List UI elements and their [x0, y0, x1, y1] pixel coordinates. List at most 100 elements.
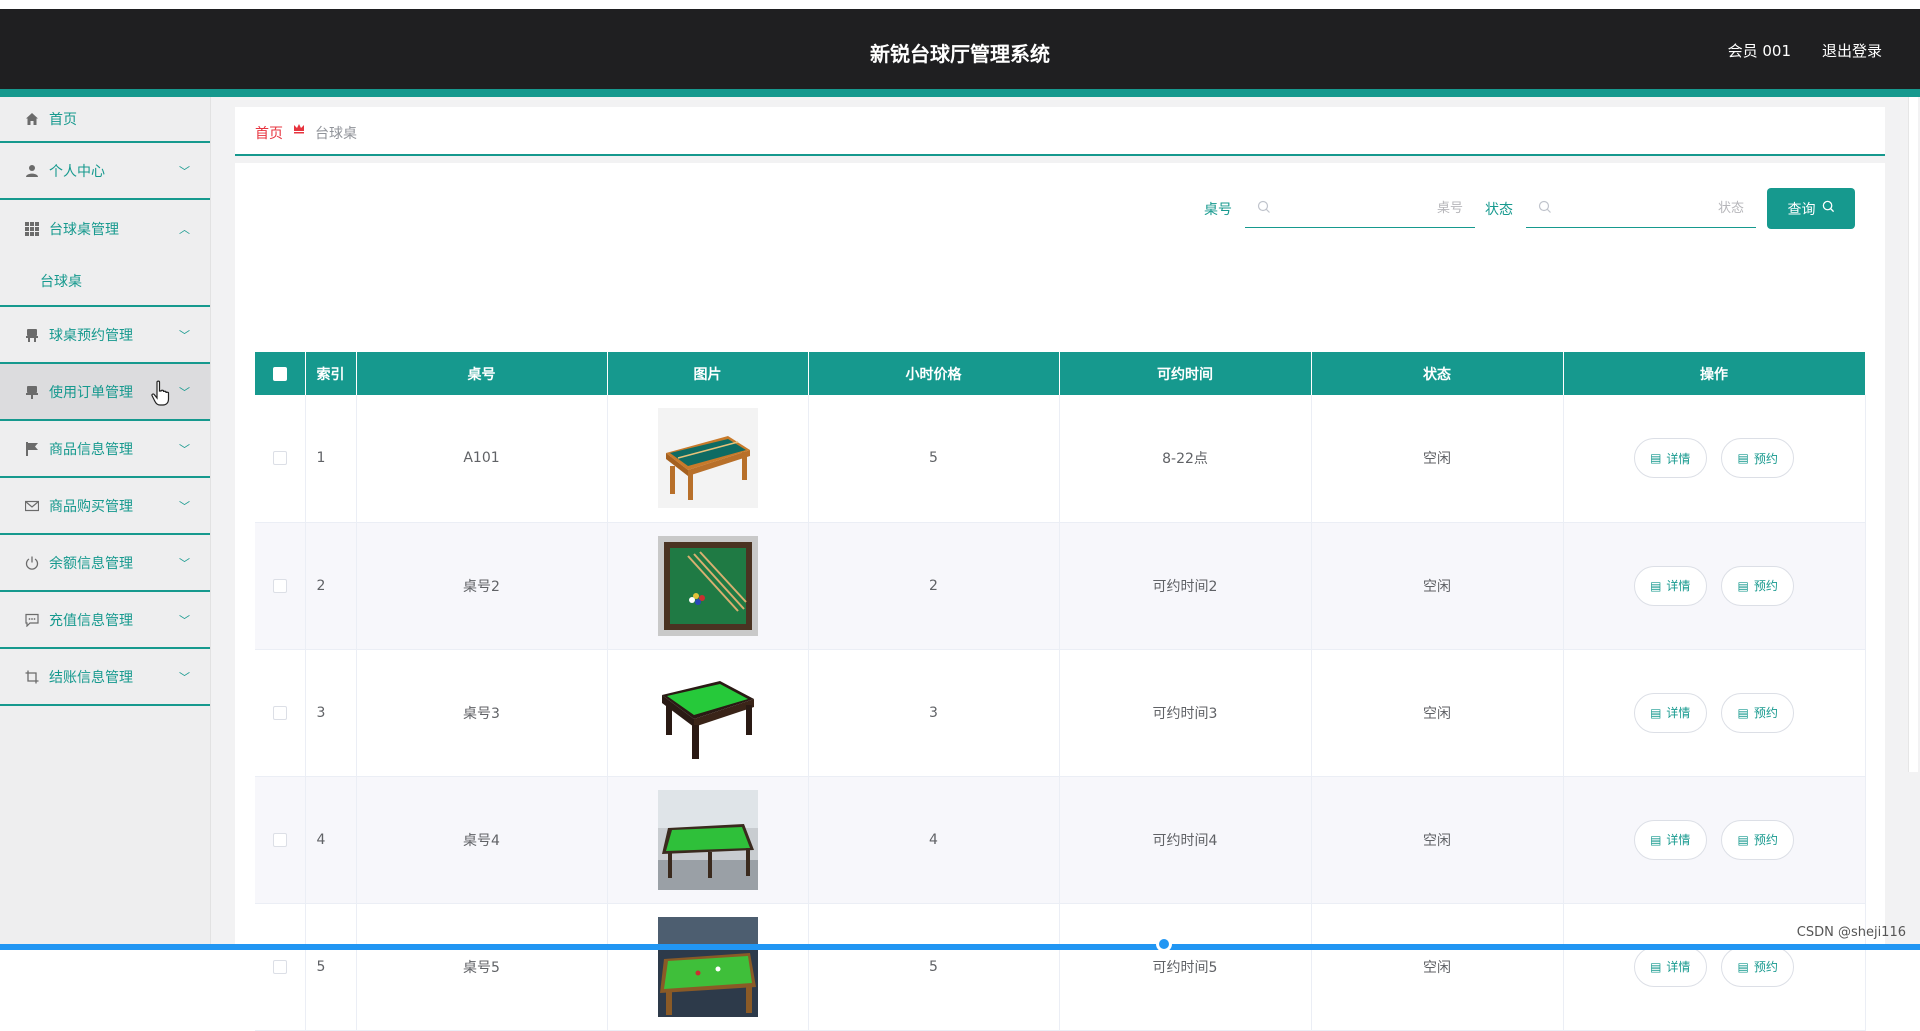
table-row: 2 桌号2 2 可约时间2 空闲 ▤ 详情 ▤ 预约: [255, 522, 1866, 650]
row-image-cell: [607, 903, 809, 1031]
row-index: 4: [305, 776, 357, 904]
reserve-button[interactable]: ▤ 预约: [1721, 692, 1795, 733]
table-no-input[interactable]: [1279, 196, 1463, 220]
content-panel: 桌号 状态 查询: [235, 163, 1885, 1031]
row-table-no: 桌号3: [356, 649, 608, 777]
reserve-button[interactable]: ▤ 预约: [1721, 565, 1795, 606]
reserve-button-label: 预约: [1753, 579, 1778, 593]
row-price: 3: [808, 649, 1060, 777]
vertical-scrollbar[interactable]: [1908, 97, 1918, 772]
sidebar-item-personal-center[interactable]: 个人中心 ﹀: [0, 143, 210, 200]
row-actions: ▤ 详情 ▤ 预约: [1563, 522, 1866, 650]
table-no-label: 桌号: [1204, 202, 1232, 218]
column-header: 状态: [1311, 352, 1564, 395]
chat-icon: [24, 612, 40, 628]
grid-icon: [24, 221, 40, 237]
sidebar-item-label: 结账信息管理: [49, 669, 133, 686]
row-table-no: 桌号5: [356, 903, 608, 1031]
sidebar-item-checkout-info[interactable]: 结账信息管理 ﹀: [0, 649, 210, 706]
table-no-search-box[interactable]: [1245, 188, 1475, 228]
query-button[interactable]: 查询: [1767, 188, 1855, 229]
breadcrumb: 首页 台球桌: [235, 107, 1885, 156]
row-actions: ▤ 详情 ▤ 预约: [1563, 649, 1866, 777]
chevron-down-icon: ﹀: [179, 499, 190, 513]
progress-line: [0, 944, 1920, 950]
chevron-down-icon: ﹀: [179, 613, 190, 627]
reserve-button[interactable]: ▤ 预约: [1721, 819, 1795, 860]
user-icon: [24, 163, 40, 179]
row-available-time: 可约时间5: [1059, 903, 1312, 1031]
row-checkbox[interactable]: [272, 578, 287, 593]
row-price: 5: [808, 395, 1060, 523]
sidebar-item-label: 球桌预约管理: [49, 327, 133, 344]
chevron-down-icon: ﹀: [179, 385, 190, 399]
row-index: 1: [305, 395, 357, 523]
document-icon: ▤: [1737, 832, 1749, 847]
row-index: 5: [305, 903, 357, 1031]
row-available-time: 可约时间2: [1059, 522, 1312, 650]
pool-table-image: [657, 535, 758, 636]
sidebar-item-order-management[interactable]: 使用订单管理 ﹀: [0, 364, 210, 421]
submenu-item-table[interactable]: 台球桌: [0, 257, 210, 307]
column-header: 可约时间: [1059, 352, 1312, 395]
table-row: 5 桌号5 5 可约时间5 空闲 ▤ 详情 ▤ 预约: [255, 903, 1866, 1031]
detail-button-label: 详情: [1666, 579, 1691, 593]
sidebar-item-recharge-info[interactable]: 充值信息管理 ﹀: [0, 592, 210, 649]
document-icon: ▤: [1737, 705, 1749, 720]
row-available-time: 8-22点: [1059, 395, 1312, 523]
flag-icon: [24, 441, 40, 457]
detail-button[interactable]: ▤ 详情: [1633, 565, 1707, 606]
row-table-no: 桌号2: [356, 522, 608, 650]
chair-icon: [24, 384, 40, 400]
row-status: 空闲: [1311, 649, 1564, 777]
detail-button[interactable]: ▤ 详情: [1633, 946, 1707, 987]
sidebar-item-goods-purchase[interactable]: 商品购买管理 ﹀: [0, 478, 210, 535]
row-index: 2: [305, 522, 357, 650]
crop-icon: [24, 669, 40, 685]
row-checkbox[interactable]: [272, 451, 287, 466]
reserve-button[interactable]: ▤ 预约: [1721, 946, 1795, 987]
logout-link[interactable]: 退出登录: [1822, 40, 1882, 61]
row-checkbox[interactable]: [272, 832, 287, 847]
detail-button[interactable]: ▤ 详情: [1633, 819, 1707, 860]
document-icon: ▤: [1650, 832, 1662, 847]
status-search-box[interactable]: [1526, 188, 1756, 228]
sidebar-item-label: 余额信息管理: [49, 555, 133, 572]
sidebar-item-table-management[interactable]: 台球桌管理 ︿: [0, 200, 210, 257]
sidebar-item-balance-info[interactable]: 余额信息管理 ﹀: [0, 535, 210, 592]
hand-cursor-icon: [151, 380, 170, 406]
column-header: 小时价格: [808, 352, 1060, 395]
chevron-down-icon: ﹀: [179, 556, 190, 570]
reserve-button-label: 预约: [1753, 706, 1778, 720]
breadcrumb-home[interactable]: 首页: [255, 123, 283, 143]
detail-button[interactable]: ▤ 详情: [1633, 692, 1707, 733]
reserve-button-label: 预约: [1753, 833, 1778, 847]
sidebar-item-table-reservation[interactable]: 球桌预约管理 ﹀: [0, 307, 210, 364]
row-actions: ▤ 详情 ▤ 预约: [1563, 776, 1866, 904]
column-header: 桌号: [356, 352, 608, 395]
search-icon: [1257, 199, 1271, 213]
row-checkbox[interactable]: [272, 705, 287, 720]
document-icon: ▤: [1737, 959, 1749, 974]
mail-icon: [24, 498, 40, 514]
sidebar: 首页 个人中心 ﹀ 台球桌管理 ︿ 台球桌 球桌预约管理 ﹀ 使用订单管理 ﹀: [0, 97, 211, 950]
home-icon: [24, 111, 40, 127]
row-index: 3: [305, 649, 357, 777]
table-row: 3 桌号3 3 可约时间3 空闲 ▤ 详情 ▤ 预约: [255, 649, 1866, 777]
row-checkbox[interactable]: [272, 959, 287, 974]
reserve-button[interactable]: ▤ 预约: [1721, 438, 1795, 479]
crown-icon: [293, 122, 305, 138]
chevron-down-icon: ﹀: [179, 442, 190, 456]
column-header: 图片: [607, 352, 809, 395]
sidebar-item-goods-info[interactable]: 商品信息管理 ﹀: [0, 421, 210, 478]
detail-button[interactable]: ▤ 详情: [1633, 438, 1707, 479]
select-all-checkbox[interactable]: [272, 366, 287, 381]
row-image-cell: [607, 649, 809, 777]
table-header-row: 索引 桌号 图片 小时价格 可约时间 状态 操作: [255, 352, 1866, 395]
header-accent-line: [0, 89, 1920, 97]
watermark: CSDN @sheji116: [1796, 925, 1906, 940]
row-price: 2: [808, 522, 1060, 650]
sidebar-item-home[interactable]: 首页: [0, 97, 210, 143]
search-icon: [1822, 200, 1835, 217]
status-input[interactable]: [1560, 196, 1744, 220]
